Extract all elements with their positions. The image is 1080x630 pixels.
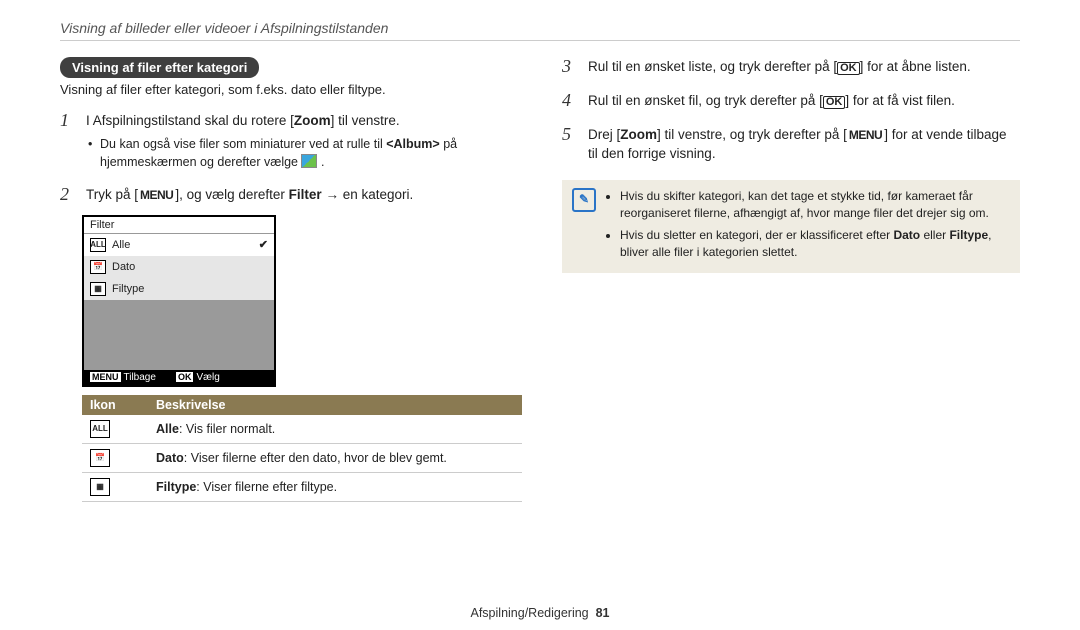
step-3: 3 Rul til en ønsket liste, og tryk deref… [562, 57, 1020, 77]
section-subtext: Visning af filer efter kategori, som f.e… [60, 82, 522, 97]
menu-key-icon: MENU [138, 187, 175, 204]
info-icon: ✎ [572, 188, 596, 212]
note-item: Hvis du skifter kategori, kan det tage e… [620, 188, 1010, 223]
check-icon: ✔ [259, 238, 268, 251]
date-icon: 📅 [90, 449, 110, 467]
step-number: 2 [60, 185, 78, 205]
camera-title: Filter [84, 217, 274, 234]
icon-description-table: Ikon Beskrivelse ALL Alle: Vis filer nor… [82, 395, 522, 502]
sub-bullet: Du kan også vise filer som miniaturer ve… [86, 135, 522, 171]
date-icon: 📅 [90, 260, 106, 274]
menu-key-icon: MENU [847, 127, 884, 144]
left-column: Visning af filer efter kategori Visning … [60, 57, 522, 588]
table-row: 📅 Dato: Viser filerne efter den dato, hv… [82, 443, 522, 472]
filetype-icon: ▦ [90, 478, 110, 496]
th-desc: Beskrivelse [148, 395, 522, 415]
right-column: 3 Rul til en ønsket liste, og tryk deref… [562, 57, 1020, 588]
all-icon: ALL [90, 238, 106, 252]
section-pill: Visning af filer efter kategori [60, 57, 259, 78]
note-item: Hvis du sletter en kategori, der er klas… [620, 227, 1010, 262]
camera-item-alle: ALL Alle ✔ [84, 234, 274, 256]
th-icon: Ikon [82, 395, 148, 415]
ok-key-icon: OK [823, 96, 846, 109]
step-5: 5 Drej [Zoom] til venstre, og tryk deref… [562, 125, 1020, 164]
step-4: 4 Rul til en ønsket fil, og tryk derefte… [562, 91, 1020, 111]
step-number: 1 [60, 111, 78, 131]
camera-item-dato: 📅 Dato [84, 256, 274, 278]
camera-screenshot: Filter ALL Alle ✔ 📅 Dato ▦ Filtype [82, 215, 276, 387]
table-row: ▦ Filtype: Viser filerne efter filtype. [82, 472, 522, 501]
ok-key-icon: OK [837, 62, 860, 75]
all-icon: ALL [90, 420, 110, 438]
album-thumb-icon [301, 154, 317, 168]
breadcrumb: Visning af billeder eller videoer i Afsp… [60, 20, 1020, 41]
filetype-icon: ▦ [90, 282, 106, 296]
step-1: 1 I Afspilningstilstand skal du rotere [… [60, 111, 522, 171]
table-row: ALL Alle: Vis filer normalt. [82, 415, 522, 444]
page-footer: Afspilning/Redigering 81 [60, 588, 1020, 630]
step-2: 2 Tryk på [MENU], og vælg derefter Filte… [60, 185, 522, 205]
note-box: ✎ Hvis du skifter kategori, kan det tage… [562, 180, 1020, 274]
camera-item-filtype: ▦ Filtype [84, 278, 274, 300]
